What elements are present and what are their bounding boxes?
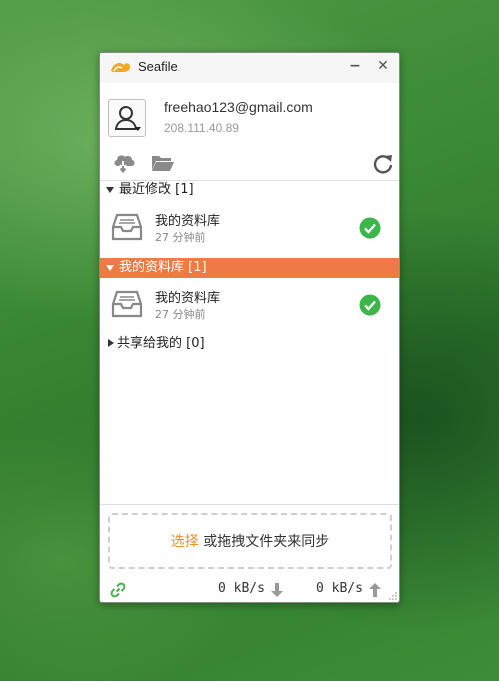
section-shared-header[interactable]: 共享给我的 [0] [100, 334, 399, 354]
title-bar[interactable]: Seafile − ✕ [100, 53, 399, 83]
section-my-libraries-header[interactable]: 我的资料库 [1] [100, 258, 399, 278]
arrow-up-icon [369, 583, 381, 597]
section-recent-header[interactable]: 最近修改 [1] [100, 180, 399, 200]
section-label: 最近修改 [1] [119, 182, 194, 197]
caret-down-icon [106, 187, 114, 193]
caret-right-icon [108, 339, 114, 347]
dropzone-text: 选择 或拖拽文件夹来同步 [110, 531, 390, 551]
account-server: 208.111.40.89 [164, 121, 239, 135]
upload-speed: 0 kB/s [316, 581, 363, 596]
refresh-icon[interactable] [371, 152, 395, 174]
caret-down-icon [106, 265, 114, 271]
user-icon [114, 106, 141, 131]
repo-name: 我的资料库 [155, 291, 221, 306]
list-bottom-divider [100, 504, 399, 505]
seafile-window: Seafile − ✕ freehao123@gmail.com 208.111… [99, 52, 400, 603]
section-label: 共享给我的 [0] [117, 336, 205, 351]
repo-row[interactable]: 我的资料库 27 分钟前 [100, 203, 399, 255]
cloud-download-icon[interactable] [112, 151, 136, 173]
app-title: Seafile [138, 59, 178, 74]
repo-inbox-icon [111, 213, 143, 241]
repo-inbox-icon [111, 290, 143, 318]
minimize-button[interactable]: − [346, 57, 364, 75]
choose-folder-link[interactable]: 选择 [171, 534, 199, 550]
seafile-logo-icon [111, 63, 130, 72]
check-circle-icon [359, 217, 381, 239]
account-avatar-button[interactable] [108, 99, 146, 137]
link-icon[interactable] [110, 582, 126, 598]
repo-time: 27 分钟前 [155, 308, 206, 321]
download-speed: 0 kB/s [218, 581, 265, 596]
section-label: 我的资料库 [1] [119, 260, 207, 275]
repo-row[interactable]: 我的资料库 27 分钟前 [100, 280, 399, 332]
status-bar: 0 kB/s 0 kB/s [100, 575, 399, 602]
repo-name: 我的资料库 [155, 214, 221, 229]
dropzone-hint: 或拖拽文件夹来同步 [198, 534, 330, 550]
close-button[interactable]: ✕ [374, 57, 392, 75]
folder-open-icon[interactable] [151, 152, 175, 174]
resize-grip-icon[interactable] [388, 591, 398, 601]
repo-time: 27 分钟前 [155, 231, 206, 244]
sync-folder-dropzone[interactable]: 选择 或拖拽文件夹来同步 [108, 513, 392, 569]
arrow-down-icon [271, 583, 283, 597]
account-email: freehao123@gmail.com [164, 99, 313, 115]
check-circle-icon [359, 294, 381, 316]
